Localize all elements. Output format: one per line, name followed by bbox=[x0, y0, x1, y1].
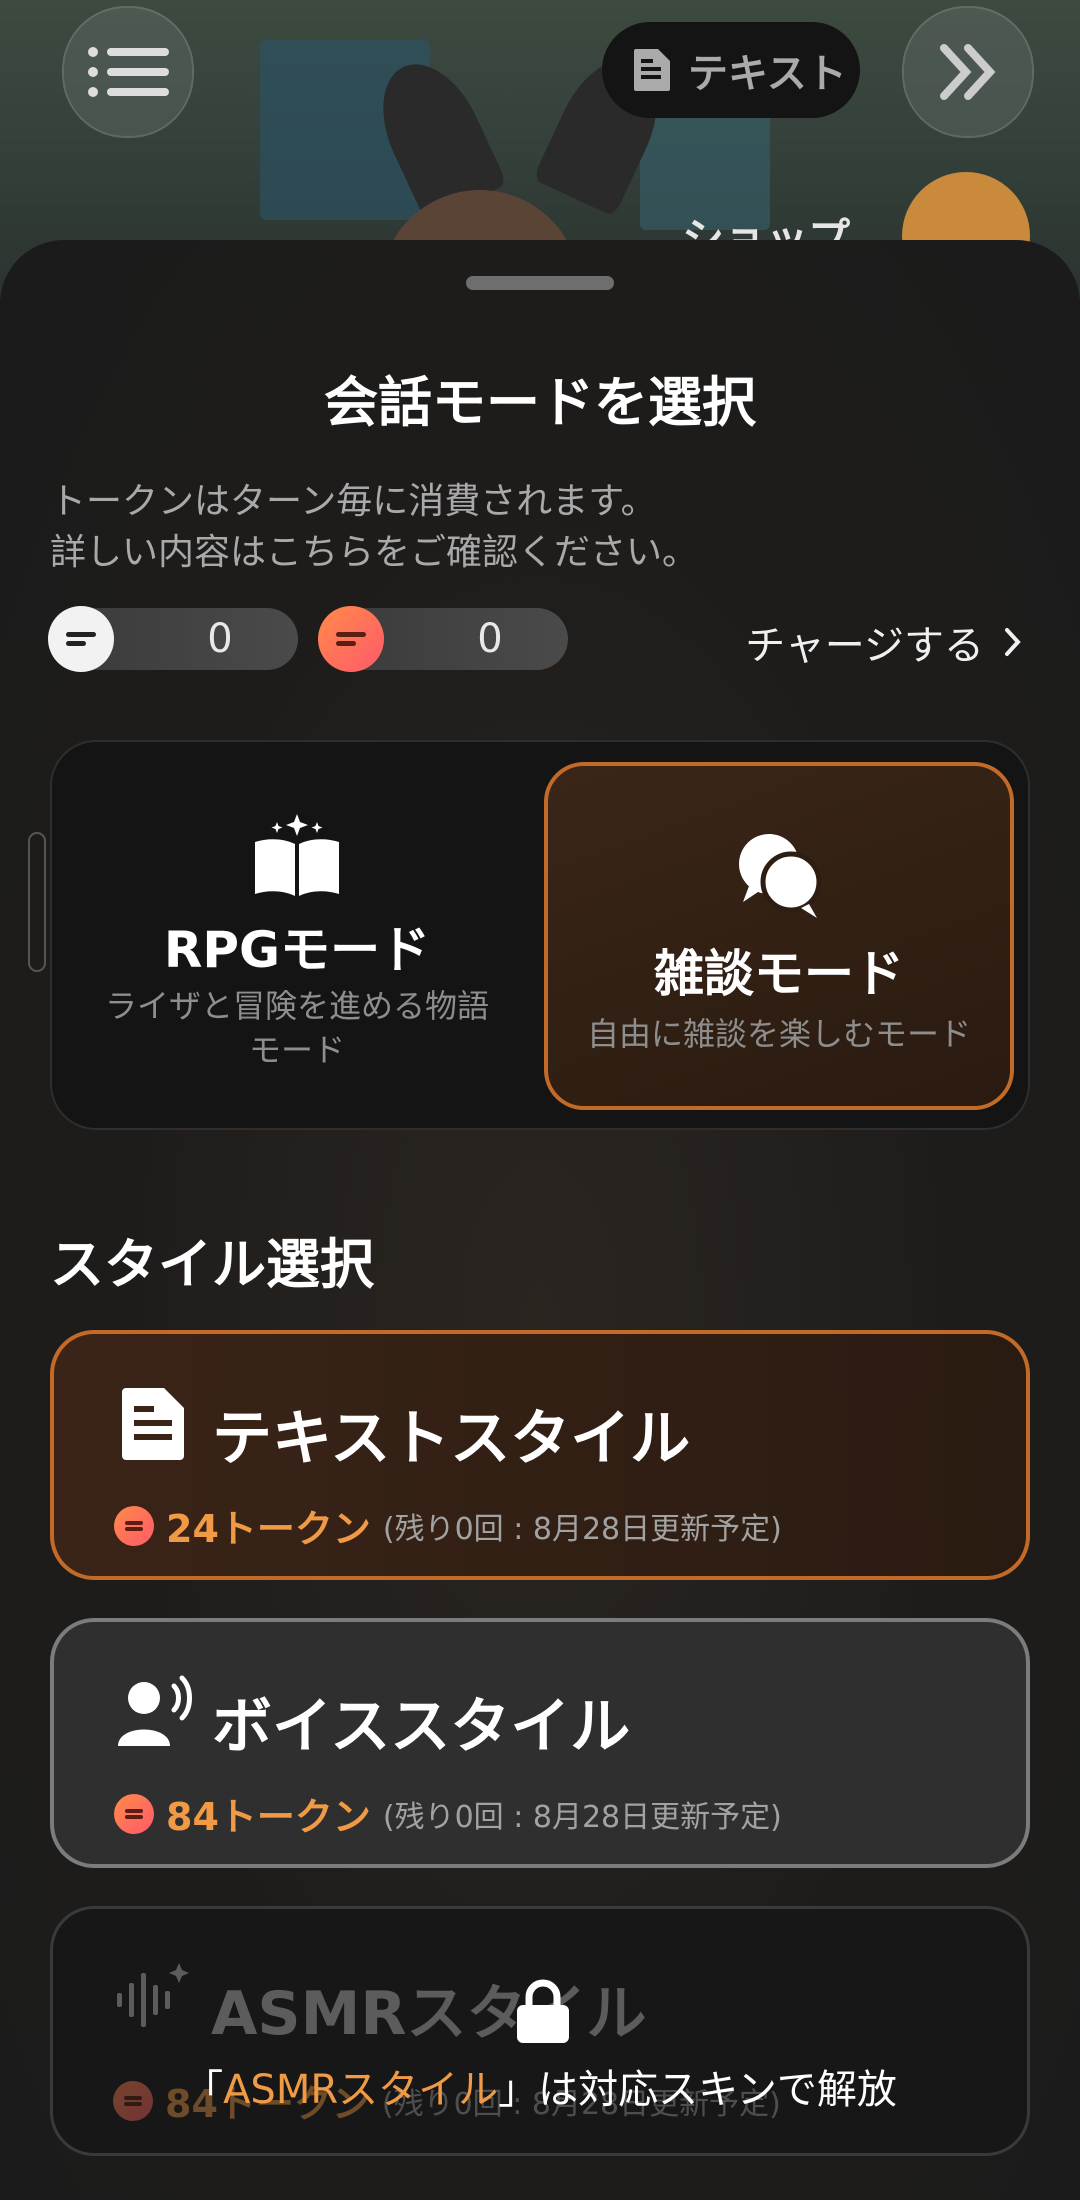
rpg-mode-option[interactable]: RPGモード ライザと冒険を進める物語 モード bbox=[62, 762, 532, 1110]
lock-message-highlight: ASMRスタイル bbox=[223, 2067, 499, 2113]
text-style-option[interactable]: テキストスタイル 24トークン (残り0回 : 8月28日更新予定) bbox=[50, 1330, 1030, 1580]
mode-selector: RPGモード ライザと冒険を進める物語 モード 雑談モード 自由に雑談を楽しむモ… bbox=[50, 740, 1030, 1130]
chevron-right-icon bbox=[1005, 628, 1021, 656]
lock-overlay: 「ASMRスタイル」は対応スキンで解放 bbox=[53, 1909, 1027, 2153]
paid-token-count: 0 bbox=[477, 616, 503, 662]
orange-token-icon bbox=[114, 1505, 154, 1546]
voice-style-token-cost: 84トークン bbox=[166, 1795, 371, 1839]
rpg-mode-description-line2: モード bbox=[248, 1031, 345, 1069]
document-icon bbox=[634, 49, 670, 91]
lock-message-prefix: 「 bbox=[183, 2067, 224, 2113]
scroll-indicator bbox=[28, 832, 46, 972]
asmr-style-option[interactable]: ASMRスタイル 84トークン (残り0回 : 8月28日更新予定) 「ASMR… bbox=[50, 1906, 1030, 2156]
voice-style-remaining: (残り0回 : 8月28日更新予定) bbox=[382, 1799, 782, 1835]
open-book-sparkle-icon bbox=[255, 814, 339, 896]
text-mode-toggle[interactable]: テキスト bbox=[602, 22, 860, 118]
conversation-mode-sheet: 会話モードを選択 トークンはターン毎に消費されます。 詳しい内容はこちらをご確認… bbox=[0, 240, 1080, 2200]
lock-message: 「ASMRスタイル」は対応スキンで解放 bbox=[53, 2057, 1027, 2115]
skip-button[interactable] bbox=[902, 6, 1034, 138]
voice-style-name: ボイススタイル bbox=[212, 1692, 631, 1762]
style-section-title: スタイル選択 bbox=[50, 1233, 374, 1296]
chat-bubbles-icon bbox=[739, 834, 822, 918]
white-token-icon bbox=[48, 606, 114, 672]
text-style-cost: 24トークン (残り0回 : 8月28日更新予定) bbox=[114, 1498, 782, 1553]
lock-icon bbox=[517, 1979, 569, 2043]
text-style-token-cost: 24トークン bbox=[166, 1507, 371, 1551]
free-token-counter: 0 bbox=[48, 606, 298, 672]
text-style-name: テキストスタイル bbox=[212, 1404, 691, 1474]
speaking-person-icon bbox=[118, 1675, 192, 1746]
voice-style-option[interactable]: ボイススタイル 84トークン (残り0回 : 8月28日更新予定) bbox=[50, 1618, 1030, 1868]
charge-link[interactable]: チャージする bbox=[745, 613, 1022, 671]
sheet-title: 会話モードを選択 bbox=[324, 371, 756, 434]
paid-token-counter: 0 bbox=[318, 606, 568, 672]
double-chevron-right-icon bbox=[940, 44, 996, 100]
voice-style-cost: 84トークン (残り0回 : 8月28日更新予定) bbox=[114, 1786, 782, 1841]
rpg-mode-description-line1: ライザと冒険を進める物語 bbox=[104, 987, 489, 1025]
chat-mode-option[interactable]: 雑談モード 自由に雑談を楽しむモード bbox=[544, 762, 1014, 1110]
document-icon bbox=[122, 1388, 184, 1460]
rpg-mode-description: ライザと冒険を進める物語 モード bbox=[82, 984, 512, 1072]
text-style-remaining: (残り0回 : 8月28日更新予定) bbox=[382, 1511, 782, 1547]
description-line: トークンはターン毎に消費されます。 bbox=[50, 481, 657, 522]
free-token-count: 0 bbox=[207, 616, 233, 662]
menu-button[interactable] bbox=[62, 6, 194, 138]
rpg-mode-name: RPGモード bbox=[163, 921, 431, 979]
orange-token-icon bbox=[318, 606, 384, 672]
orange-token-icon bbox=[114, 1793, 154, 1834]
text-mode-label: テキスト bbox=[688, 51, 847, 97]
sheet-drag-handle[interactable] bbox=[466, 276, 614, 290]
charge-label: チャージする bbox=[745, 623, 984, 669]
lock-message-suffix: 」は対応スキンで解放 bbox=[498, 2067, 897, 2113]
chat-mode-description: 自由に雑談を楽しむモード bbox=[586, 1015, 971, 1053]
chat-mode-name: 雑談モード bbox=[654, 945, 904, 1003]
hamburger-menu-icon bbox=[88, 47, 169, 97]
description-link-line[interactable]: 詳しい内容はこちらをご確認ください。 bbox=[50, 523, 698, 575]
